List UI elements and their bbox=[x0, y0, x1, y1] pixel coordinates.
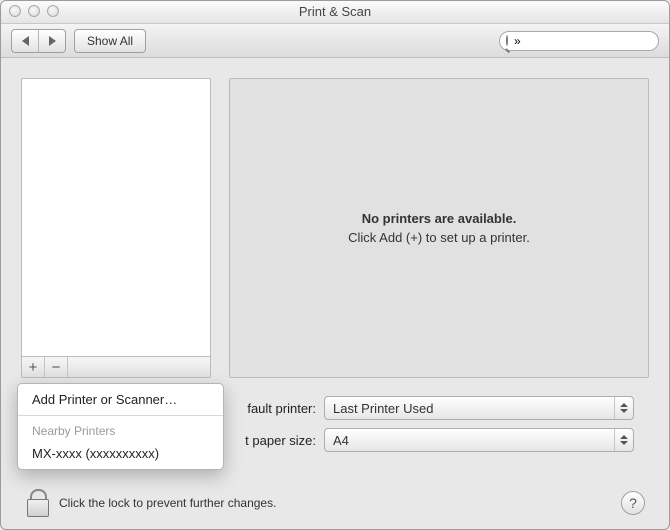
printer-sidebar: + − bbox=[21, 78, 211, 378]
chevron-right-icon bbox=[49, 36, 56, 46]
lock-text: Click the lock to prevent further change… bbox=[59, 496, 276, 510]
minus-icon: − bbox=[52, 360, 61, 375]
search-field[interactable] bbox=[499, 31, 659, 51]
default-printer-value: Last Printer Used bbox=[333, 401, 433, 416]
printer-list-footer: + − bbox=[21, 356, 211, 378]
printer-detail-pane: No printers are available. Click Add (+)… bbox=[229, 78, 649, 378]
titlebar: Print & Scan bbox=[1, 1, 669, 24]
search-icon bbox=[506, 35, 508, 46]
default-printer-popup[interactable]: Last Printer Used bbox=[324, 396, 634, 420]
print-and-scan-window: Print & Scan Show All bbox=[0, 0, 670, 530]
no-printers-line-1: No printers are available. bbox=[362, 211, 517, 226]
back-button[interactable] bbox=[12, 30, 39, 52]
plus-icon: + bbox=[29, 360, 38, 375]
printer-list[interactable] bbox=[21, 78, 211, 356]
show-all-button[interactable]: Show All bbox=[74, 29, 146, 53]
add-printer-button[interactable]: + bbox=[22, 357, 45, 377]
forward-button[interactable] bbox=[39, 30, 65, 52]
popup-arrows-icon bbox=[614, 397, 633, 419]
nav-segmented-control bbox=[11, 29, 66, 53]
add-printer-menu: Add Printer or Scanner… Nearby Printers … bbox=[17, 383, 224, 470]
popup-arrows-icon bbox=[614, 429, 633, 451]
toolbar: Show All bbox=[1, 24, 669, 58]
menu-section-nearby-printers: Nearby Printers bbox=[18, 420, 223, 442]
no-printers-line-2: Click Add (+) to set up a printer. bbox=[348, 230, 530, 245]
remove-printer-button[interactable]: − bbox=[45, 357, 68, 377]
window-title: Print & Scan bbox=[1, 4, 669, 19]
lock-row: Click the lock to prevent further change… bbox=[25, 489, 645, 517]
default-paper-size-popup[interactable]: A4 bbox=[324, 428, 634, 452]
menu-separator bbox=[18, 415, 223, 416]
lock-body-icon bbox=[27, 499, 49, 517]
lock-button[interactable] bbox=[25, 489, 49, 517]
search-input[interactable] bbox=[508, 33, 670, 49]
help-button[interactable]: ? bbox=[621, 491, 645, 515]
menu-item-nearby-printer-1[interactable]: MX-xxxx (xxxxxxxxxx) bbox=[18, 442, 223, 465]
menu-item-add-printer-or-scanner[interactable]: Add Printer or Scanner… bbox=[18, 388, 223, 411]
show-all-label: Show All bbox=[87, 34, 133, 48]
default-paper-size-value: A4 bbox=[333, 433, 349, 448]
chevron-left-icon bbox=[22, 36, 29, 46]
help-icon: ? bbox=[629, 495, 637, 511]
